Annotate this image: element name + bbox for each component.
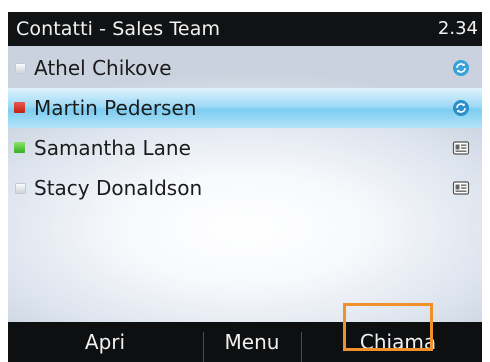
- presence-offline-icon: [15, 63, 26, 74]
- call-softkey[interactable]: Chiama: [348, 322, 448, 362]
- menu-softkey[interactable]: Menu: [204, 322, 300, 362]
- contact-card-icon: [452, 181, 470, 195]
- contact-row-martin-pedersen[interactable]: Martin Pedersen: [8, 88, 482, 128]
- contact-name: Athel Chikove: [34, 56, 172, 80]
- contact-name: Samantha Lane: [34, 136, 191, 160]
- sync-icon: [453, 60, 469, 76]
- contact-row-samantha-lane[interactable]: Samantha Lane: [8, 128, 482, 168]
- screen: Contatti - Sales Team 2.34 Athel Chikove…: [8, 12, 482, 362]
- contact-list: Athel Chikove Martin Pedersen Samantha L…: [8, 48, 482, 208]
- softkey-bar: Apri Menu Chiama: [8, 322, 482, 362]
- page-title: Contatti - Sales Team: [16, 18, 221, 40]
- contact-name: Stacy Donaldson: [34, 176, 203, 200]
- contact-card-icon: [452, 141, 470, 155]
- softkey-divider: [301, 332, 302, 362]
- phone-display: Contatti - Sales Team 2.34 Athel Chikove…: [0, 0, 490, 362]
- sync-icon: [453, 100, 469, 116]
- contact-row-stacy-donaldson[interactable]: Stacy Donaldson: [8, 168, 482, 208]
- title-bar: Contatti - Sales Team 2.34: [8, 12, 482, 46]
- clock: 2.34: [437, 18, 478, 39]
- contact-row-athel-chikove[interactable]: Athel Chikove: [8, 48, 482, 88]
- presence-busy-icon: [14, 102, 25, 113]
- open-softkey[interactable]: Apri: [8, 322, 202, 362]
- presence-offline-icon: [15, 183, 26, 194]
- contact-name: Martin Pedersen: [34, 96, 197, 120]
- presence-available-icon: [14, 142, 25, 153]
